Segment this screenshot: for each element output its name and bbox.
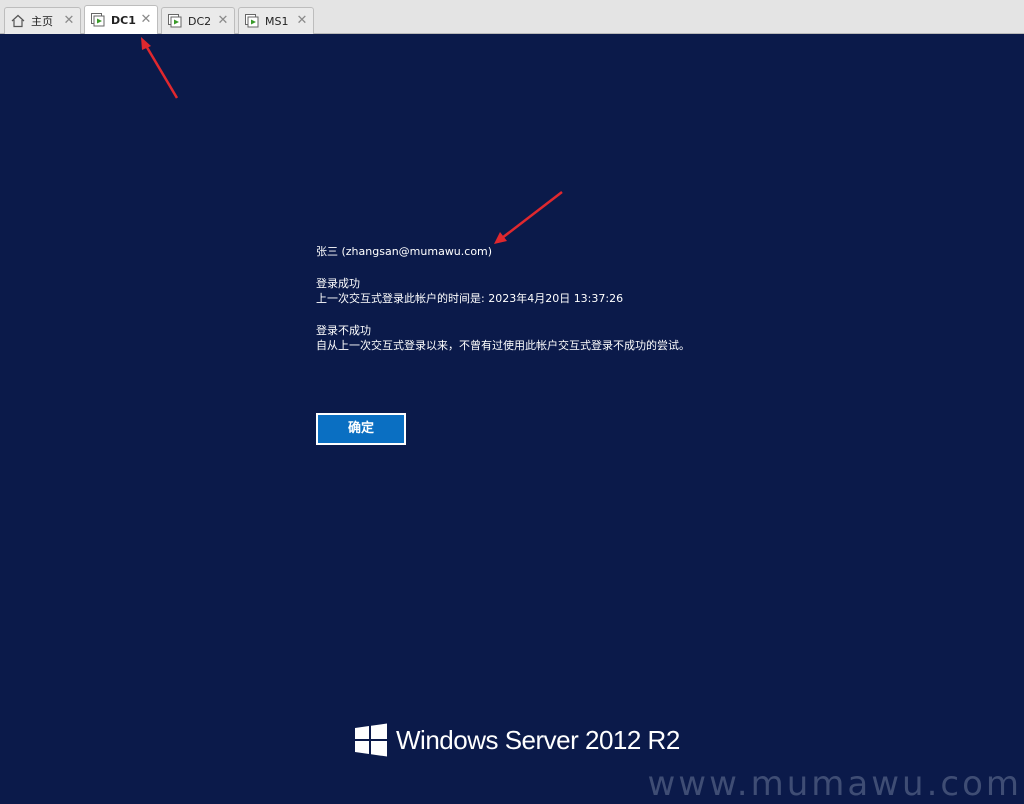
arrow-to-user: [494, 191, 563, 244]
arrow-to-tab: [141, 37, 179, 99]
annotation-arrows: [141, 37, 563, 244]
